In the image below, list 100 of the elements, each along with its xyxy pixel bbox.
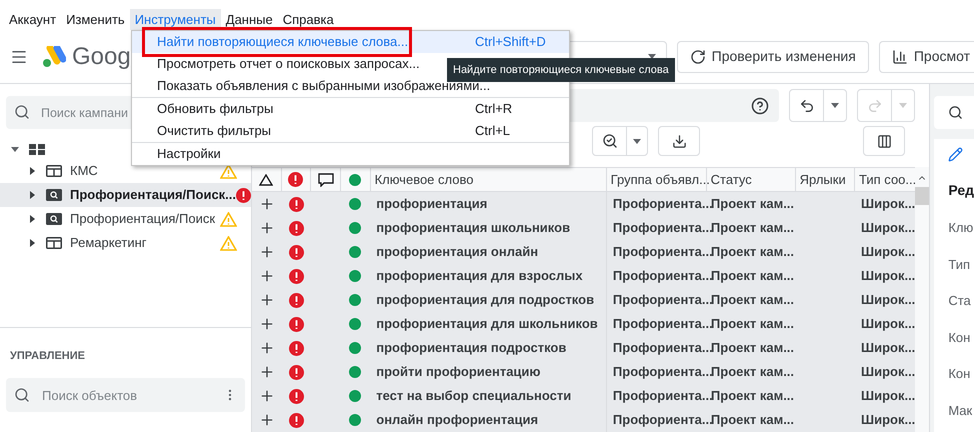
help-icon[interactable] [751,96,770,115]
table-cell-text: Профориента... [612,339,713,358]
display-campaign-icon [46,165,62,177]
table-cell-text: Широк... [861,195,916,214]
warning-icon [220,164,237,178]
table-row[interactable]: профориентация для школьников Профориента...Проект кам... Широк... [252,312,915,336]
add-icon[interactable] [258,340,275,356]
find-button[interactable] [592,126,648,156]
search-icon [948,105,964,120]
menu-bar-item[interactable]: Данные [220,9,278,30]
expand-icon[interactable] [30,239,35,247]
table-cell-text: Проект кам... [710,339,794,358]
redo-icon [866,98,883,114]
table-cell-text: профориентация для подростков [376,291,594,310]
search-icon [14,387,30,403]
download-button[interactable] [658,126,700,156]
undo-button[interactable] [789,89,848,122]
add-icon[interactable] [258,292,275,308]
menu-bar-item[interactable]: Справка [278,9,339,30]
edit-icon[interactable] [948,147,964,162]
table-row[interactable]: профориентация Профориента...Проект кам... Широк... [252,192,915,216]
error-icon [288,316,304,332]
menu-bar-item[interactable]: Изменить [61,9,130,30]
campaign-tree-item[interactable]: Профориентация/Поиск [0,207,251,231]
error-icon [288,412,304,428]
add-icon[interactable] [258,412,275,428]
table-cell-text: Проект кам... [710,411,794,430]
error-icon [288,244,304,260]
field-label: Мак [948,402,974,420]
tooltip: Найдите повторяющиеся ключевые слова [447,58,675,82]
table-cell-text: тест на выбор специальности [376,387,572,406]
add-icon[interactable] [258,316,275,332]
refresh-icon [690,48,706,64]
expand-icon[interactable] [30,191,35,199]
table-row[interactable]: профориентация для подростков Профориента...Проект кам... Широк... [252,288,915,312]
warning-icon [220,212,237,226]
logo-icon [42,46,66,68]
field-label: Клю [948,219,974,237]
table-cell-text: Проект кам... [710,195,794,214]
download-icon [672,134,686,149]
menu-item[interactable]: Найти повторяющиеся ключевые слова... Ctrl+Shift+D [132,31,569,53]
error-icon [288,220,304,236]
display-campaign-icon [46,237,62,249]
columns-button[interactable] [863,126,906,156]
view-stats-button[interactable]: Просмот [878,40,974,72]
table-cell-text: профориентация онлайн [376,243,538,262]
collapse-icon [11,146,19,152]
table-cell-text: Профориента... [612,219,713,238]
object-search-field[interactable]: Поиск объектов [6,378,245,412]
column-header[interactable]: Статус [706,168,796,191]
table-cell-text: Профориента... [612,411,713,430]
table-row[interactable]: профориентация подростков Профориента...Проект кам... Широк... [252,336,915,360]
expand-icon[interactable] [30,167,35,175]
table-cell-text: Профориента... [612,315,713,334]
column-header[interactable]: Ярлыки [796,168,856,191]
table-row[interactable]: профориентация школьников Профориента...Проект кам... Широк... [252,216,915,240]
columns-icon [876,134,892,149]
add-icon[interactable] [258,388,275,404]
table-row[interactable]: профориентация онлайн Профориента...Проект кам... Широк... [252,240,915,264]
campaign-name: Профориентация/Поиск... [70,186,236,204]
table-row[interactable]: профориентация для взрослых Профориента...Проект кам... Широк... [252,264,915,288]
campaign-name: КМС [70,162,98,180]
table-row[interactable]: онлайн профориентация Профориента...Проект кам... Широк... [252,408,915,432]
add-icon[interactable] [258,244,275,260]
column-header[interactable]: Ключевое слово [370,168,607,191]
bar-chart-icon [892,48,908,64]
scrollbar-thumb[interactable] [915,187,930,205]
table-cell-text: Проект кам... [710,219,794,238]
error-icon [288,340,304,356]
account-grid-icon [29,144,45,154]
campaign-tree-item[interactable]: Профориентация/Поиск... [0,183,251,207]
error-icon [288,196,304,212]
column-header[interactable]: Группа объявл... [606,168,707,191]
column-header[interactable]: Тип соо... [855,168,916,191]
table-cell-text: Профориента... [612,267,713,286]
expand-icon[interactable] [30,215,35,223]
error-icon [236,188,252,202]
menu-item[interactable]: Настройки [132,143,569,165]
add-icon[interactable] [258,196,275,212]
add-icon[interactable] [258,268,275,284]
table-cell-text: пройти профориентацию [376,363,541,382]
add-icon[interactable] [258,364,275,380]
table-cell-text: Проект кам... [710,363,794,382]
status-dot [349,390,362,402]
table-cell-text: Проект кам... [710,291,794,310]
scrollbar[interactable] [915,167,930,432]
comment-icon [318,172,334,186]
campaign-tree-item[interactable]: Ремаркетинг [0,231,251,255]
table-cell-text: Проект кам... [710,315,794,334]
menu-bar-item[interactable]: Аккаунт [4,9,62,30]
campaign-name: Ремаркетинг [70,234,146,252]
campaign-name: Профориентация/Поиск [70,210,216,228]
table-cell-text: Проект кам... [710,267,794,286]
review-changes-button[interactable]: Проверить изменения [676,40,869,72]
table-row[interactable]: пройти профориентацию Профориента...Проект кам... Широк... [252,360,915,384]
add-icon[interactable] [258,220,275,236]
table-cell-text: Широк... [861,339,916,358]
caret-icon [633,138,641,144]
table-row[interactable]: тест на выбор специальности Профориента...Проект кам... Широк... [252,384,915,408]
status-dot [349,414,362,426]
